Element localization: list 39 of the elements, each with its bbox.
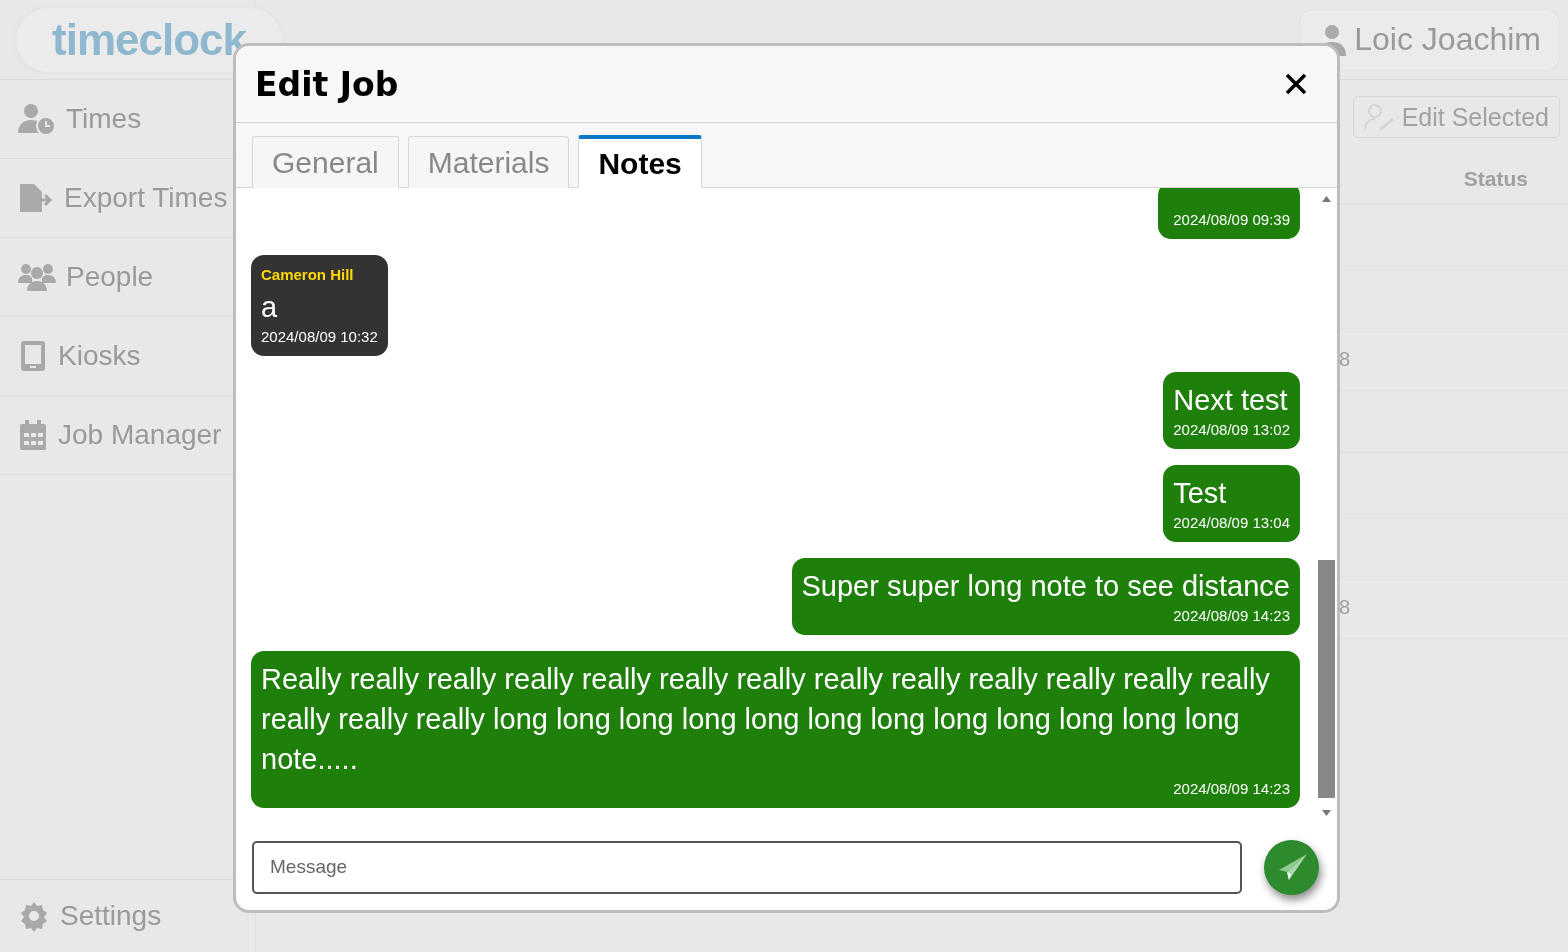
nav-item[interactable]: Times <box>18 103 142 135</box>
message-time: 2024/08/09 13:02 <box>1173 420 1290 439</box>
nav-item[interactable]: People <box>18 261 154 293</box>
tab[interactable]: Notes <box>578 135 702 188</box>
message-time: 2024/08/09 13:04 <box>1173 513 1290 532</box>
dialog-title: Edit Job <box>255 64 399 104</box>
message-text: Test <box>1173 476 1227 511</box>
message-time: 2024/08/09 14:23 <box>1173 606 1290 625</box>
send-button[interactable] <box>1264 839 1319 895</box>
table-cell: 8 <box>1339 348 1351 371</box>
user-menu[interactable]: Loic Joachim <box>1299 8 1560 71</box>
table-cell: 8 <box>1339 596 1351 619</box>
people-icon <box>18 261 56 293</box>
nav-item[interactable]: Job Manager <box>18 419 222 451</box>
scroll-up-icon[interactable] <box>1322 196 1331 202</box>
message-text: Super super long note to see distance <box>801 569 1290 604</box>
settings-item[interactable]: Settings <box>18 900 162 932</box>
message-field[interactable]: Message <box>252 840 1242 894</box>
tab[interactable]: General <box>252 136 399 188</box>
message-text: Really really really really really really really really really really really really really really really really long long long long long long long long long long long long note..... <box>261 662 1271 777</box>
file-export-icon <box>18 182 54 214</box>
tablet-icon <box>18 340 48 372</box>
message-time: 2024/08/09 10:32 <box>261 327 378 346</box>
tab[interactable]: Materials <box>407 136 570 188</box>
column-header: Status <box>1463 167 1528 191</box>
calendar-icon <box>18 419 48 451</box>
settings-icon <box>18 900 50 932</box>
nav-item[interactable]: Export Times <box>18 182 228 214</box>
message-text: a <box>261 290 278 325</box>
scroll-down-icon[interactable] <box>1322 810 1331 816</box>
message-author: Cameron Hill <box>261 266 354 283</box>
message-text: Next test <box>1173 383 1288 418</box>
message-time: 2024/08/09 09:39 <box>1173 210 1290 229</box>
close-icon <box>1285 73 1307 95</box>
message-time: 2024/08/09 14:23 <box>1173 779 1290 798</box>
person-clock-icon <box>18 103 56 135</box>
nav-item[interactable]: Kiosks <box>18 340 141 372</box>
logo-text: timeclock <box>52 14 246 65</box>
edit-selected-button[interactable]: Edit Selected <box>1352 96 1560 138</box>
